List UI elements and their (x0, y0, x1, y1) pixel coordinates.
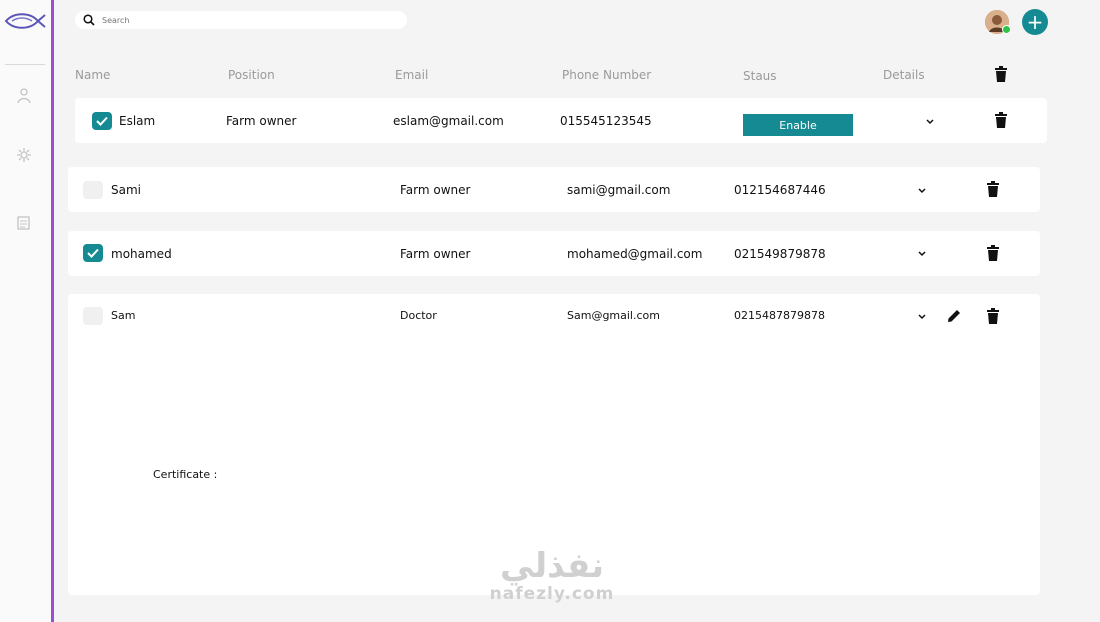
table-row[interactable]: mohamed Farm owner mohamed@gmail.com 021… (68, 231, 1040, 276)
row-name: mohamed (111, 247, 172, 261)
row-position: Farm owner (226, 114, 297, 128)
document-icon[interactable] (15, 214, 33, 232)
column-header-details: Details (883, 68, 925, 82)
row-checkbox[interactable] (92, 112, 112, 130)
row-phone: 021549879878 (734, 247, 826, 261)
avatar[interactable] (985, 10, 1011, 34)
chevron-down-icon[interactable] (926, 119, 934, 125)
online-status-dot (1002, 25, 1011, 34)
row-phone: 015545123545 (560, 114, 652, 128)
column-header-phone: Phone Number (562, 68, 652, 82)
sidebar (0, 0, 54, 622)
row-position: Doctor (400, 309, 437, 322)
certificate-label: Certificate : (153, 468, 218, 481)
search-input[interactable] (100, 14, 394, 26)
search-icon (83, 14, 95, 26)
row-checkbox[interactable] (83, 181, 103, 199)
watermark: نفذلي nafezly.com (482, 548, 622, 604)
user-icon[interactable] (15, 87, 33, 105)
column-header-email: Email (395, 68, 429, 82)
row-position: Farm owner (400, 183, 471, 197)
enable-button[interactable]: Enable (743, 114, 853, 136)
checkmark-icon (87, 248, 99, 258)
row-position: Farm owner (400, 247, 471, 261)
row-name: Sam (111, 309, 136, 322)
row-phone: 012154687446 (734, 183, 826, 197)
row-name: Sami (111, 183, 141, 197)
row-email: eslam@gmail.com (393, 114, 504, 128)
plus-icon: + (1026, 10, 1044, 34)
column-header-position: Position (228, 68, 275, 82)
sidebar-divider (5, 64, 45, 65)
delete-all-trash-icon[interactable] (994, 66, 1008, 82)
checkmark-icon (96, 116, 108, 126)
fish-logo-icon[interactable] (4, 10, 46, 32)
row-email: sami@gmail.com (567, 183, 671, 197)
row-email: mohamed@gmail.com (567, 247, 703, 261)
search-bar[interactable] (75, 11, 407, 29)
trash-icon[interactable] (994, 112, 1008, 128)
table-row[interactable]: Sami Farm owner sami@gmail.com 012154687… (68, 167, 1040, 212)
row-email: Sam@gmail.com (567, 309, 660, 322)
row-checkbox[interactable] (83, 244, 103, 262)
row-name: Eslam (119, 114, 156, 128)
table-row[interactable]: Eslam Farm owner eslam@gmail.com 0155451… (75, 98, 1047, 143)
add-user-button[interactable]: + (1022, 9, 1048, 35)
gear-icon[interactable] (15, 146, 33, 164)
trash-icon[interactable] (986, 181, 1000, 197)
watermark-arabic: نفذلي (499, 546, 605, 586)
column-header-name: Name (75, 68, 111, 82)
trash-icon[interactable] (986, 245, 1000, 261)
chevron-down-icon[interactable] (918, 251, 926, 257)
row-phone: 0215487879878 (734, 309, 825, 322)
column-header-status: Staus (743, 69, 777, 83)
row-checkbox[interactable] (83, 307, 103, 325)
pencil-icon[interactable] (946, 308, 962, 324)
trash-icon[interactable] (986, 308, 1000, 324)
chevron-down-icon[interactable] (918, 314, 926, 320)
watermark-latin: nafezly.com (489, 584, 615, 604)
chevron-down-icon[interactable] (918, 188, 926, 194)
